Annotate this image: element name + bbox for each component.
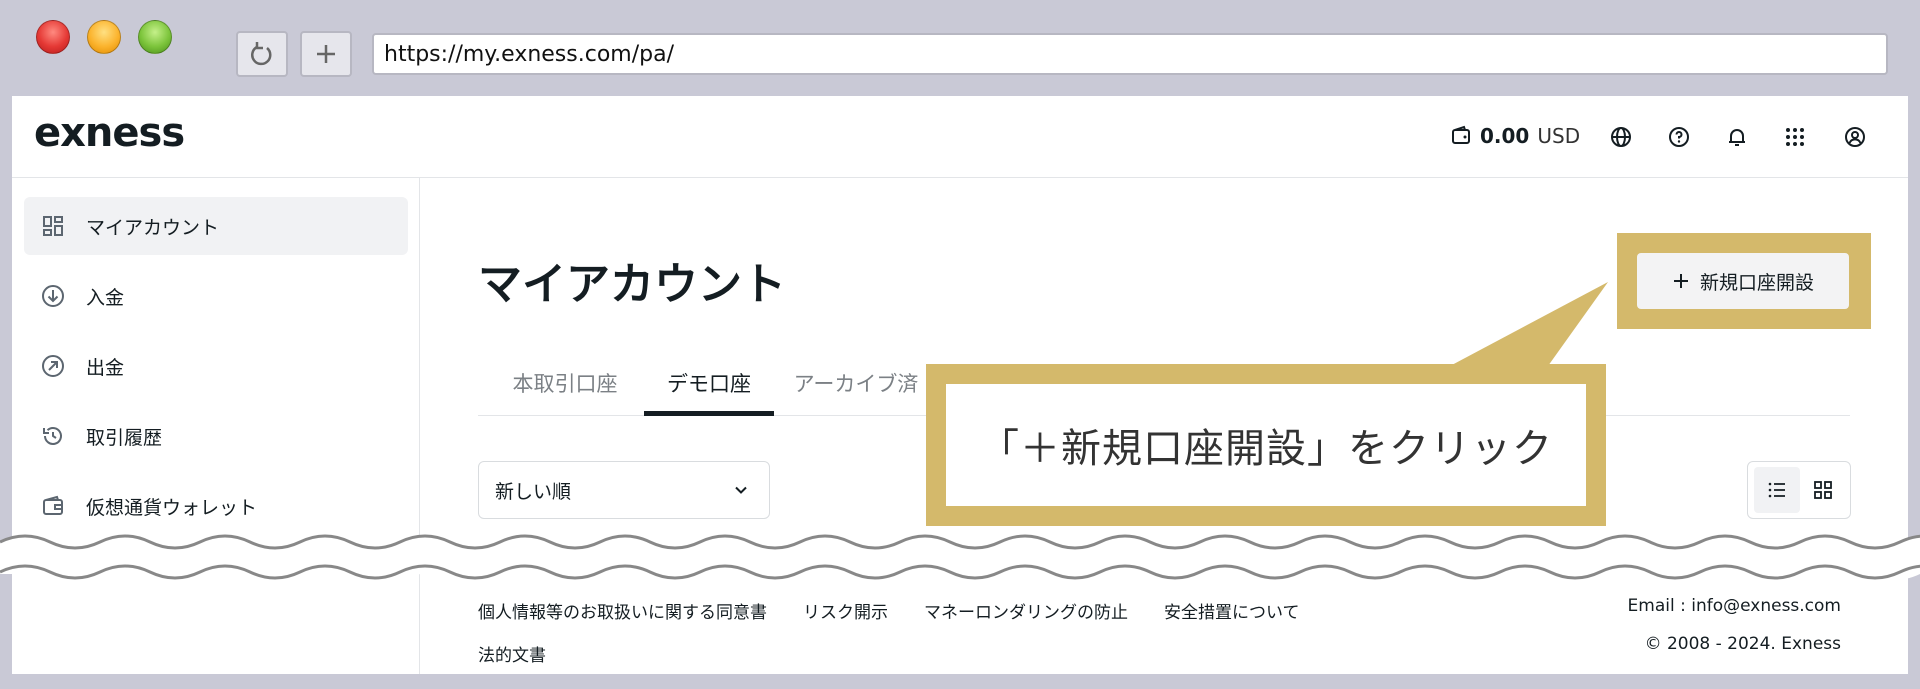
sidebar-item-label: 入金 [86, 286, 125, 309]
list-view-button[interactable] [1754, 467, 1800, 513]
balance-currency: USD [1537, 124, 1581, 148]
sort-selected-value: 新しい順 [495, 480, 572, 503]
grid-view-button[interactable] [1800, 467, 1846, 513]
sidebar-item-label: 仮想通貨ウォレット [86, 496, 258, 519]
highlight-frame: 新規口座開設 [1617, 233, 1871, 329]
list-icon [1768, 482, 1785, 498]
browser-frame-bottom [0, 674, 1920, 689]
history-icon [40, 423, 66, 449]
new-tab-button[interactable] [300, 31, 352, 77]
footer-link-security[interactable]: 安全措置について [1164, 603, 1300, 623]
wallet-icon [1452, 125, 1470, 144]
tab-archived[interactable]: アーカイブ済 [786, 358, 926, 416]
balance-display[interactable]: 0.00 USD [1450, 124, 1580, 148]
maximize-window-button[interactable] [138, 20, 172, 54]
deposit-icon [40, 283, 66, 309]
close-window-button[interactable] [36, 20, 70, 54]
user-icon[interactable] [1841, 123, 1869, 151]
globe-icon[interactable] [1607, 123, 1635, 151]
new-account-label: 新規口座開設 [1699, 271, 1814, 294]
sidebar-item-history[interactable]: 取引履歴 [24, 407, 408, 465]
browser-chrome: https://my.exness.com/pa/ [0, 0, 1920, 96]
sidebar-item-deposit[interactable]: 入金 [24, 267, 408, 325]
footer-link-aml[interactable]: マネーロンダリングの防止 [924, 603, 1128, 623]
bell-icon[interactable] [1723, 123, 1751, 151]
footer-email: Email : info@exness.com [1627, 596, 1841, 616]
sidebar-item-label: 取引履歴 [86, 426, 163, 449]
sidebar-item-my-account[interactable]: マイアカウント [24, 197, 408, 255]
plus-icon [1673, 274, 1688, 288]
grid-icon [1814, 481, 1832, 499]
sort-dropdown[interactable]: 新しい順 [478, 461, 770, 519]
sidebar-item-label: 出金 [86, 356, 125, 379]
tab-real-accounts[interactable]: 本取引口座 [498, 358, 632, 416]
view-toggle [1747, 461, 1851, 519]
footer-link-privacy[interactable]: 個人情報等のお取扱いに関する同意書 [478, 603, 767, 623]
page-title: マイアカウント [478, 259, 786, 310]
crypto-wallet-icon [40, 493, 66, 519]
sidebar-item-crypto-wallet[interactable]: 仮想通貨ウォレット [24, 477, 408, 535]
top-bar: exness 0.00 USD [12, 96, 1908, 178]
exness-logo[interactable]: exness [34, 110, 185, 156]
dashboard-icon [40, 213, 66, 239]
sidebar: マイアカウント 入金 出金 取引履歴 仮想通貨ウォレット [12, 178, 420, 674]
help-icon[interactable] [1665, 123, 1693, 151]
instruction-callout: 「＋新規口座開設」をクリック [926, 364, 1606, 526]
address-bar[interactable]: https://my.exness.com/pa/ [372, 33, 1888, 75]
apps-grid-icon[interactable] [1781, 123, 1809, 151]
minimize-window-button[interactable] [87, 20, 121, 54]
page-break-wave [0, 534, 1920, 580]
footer-link-legal[interactable]: 法的文書 [478, 641, 546, 666]
reload-icon [251, 42, 272, 66]
chevron-down-icon [735, 486, 747, 494]
plus-icon [317, 45, 335, 63]
reload-button[interactable] [236, 31, 288, 77]
balance-amount: 0.00 [1480, 124, 1530, 148]
callout-text: 「＋新規口座開設」をクリック [946, 384, 1586, 506]
sidebar-item-withdraw[interactable]: 出金 [24, 337, 408, 395]
footer-links: 個人情報等のお取扱いに関する同意書 リスク開示 マネーロンダリングの防止 安全措置につ… [478, 598, 1336, 623]
new-account-button[interactable]: 新規口座開設 [1637, 253, 1849, 309]
sidebar-item-label: マイアカウント [86, 216, 220, 239]
tab-demo-accounts[interactable]: デモ口座 [644, 358, 774, 416]
footer-copyright: © 2008 - 2024. Exness [1644, 634, 1841, 654]
withdraw-icon [40, 353, 66, 379]
footer-link-risk[interactable]: リスク開示 [803, 603, 888, 623]
